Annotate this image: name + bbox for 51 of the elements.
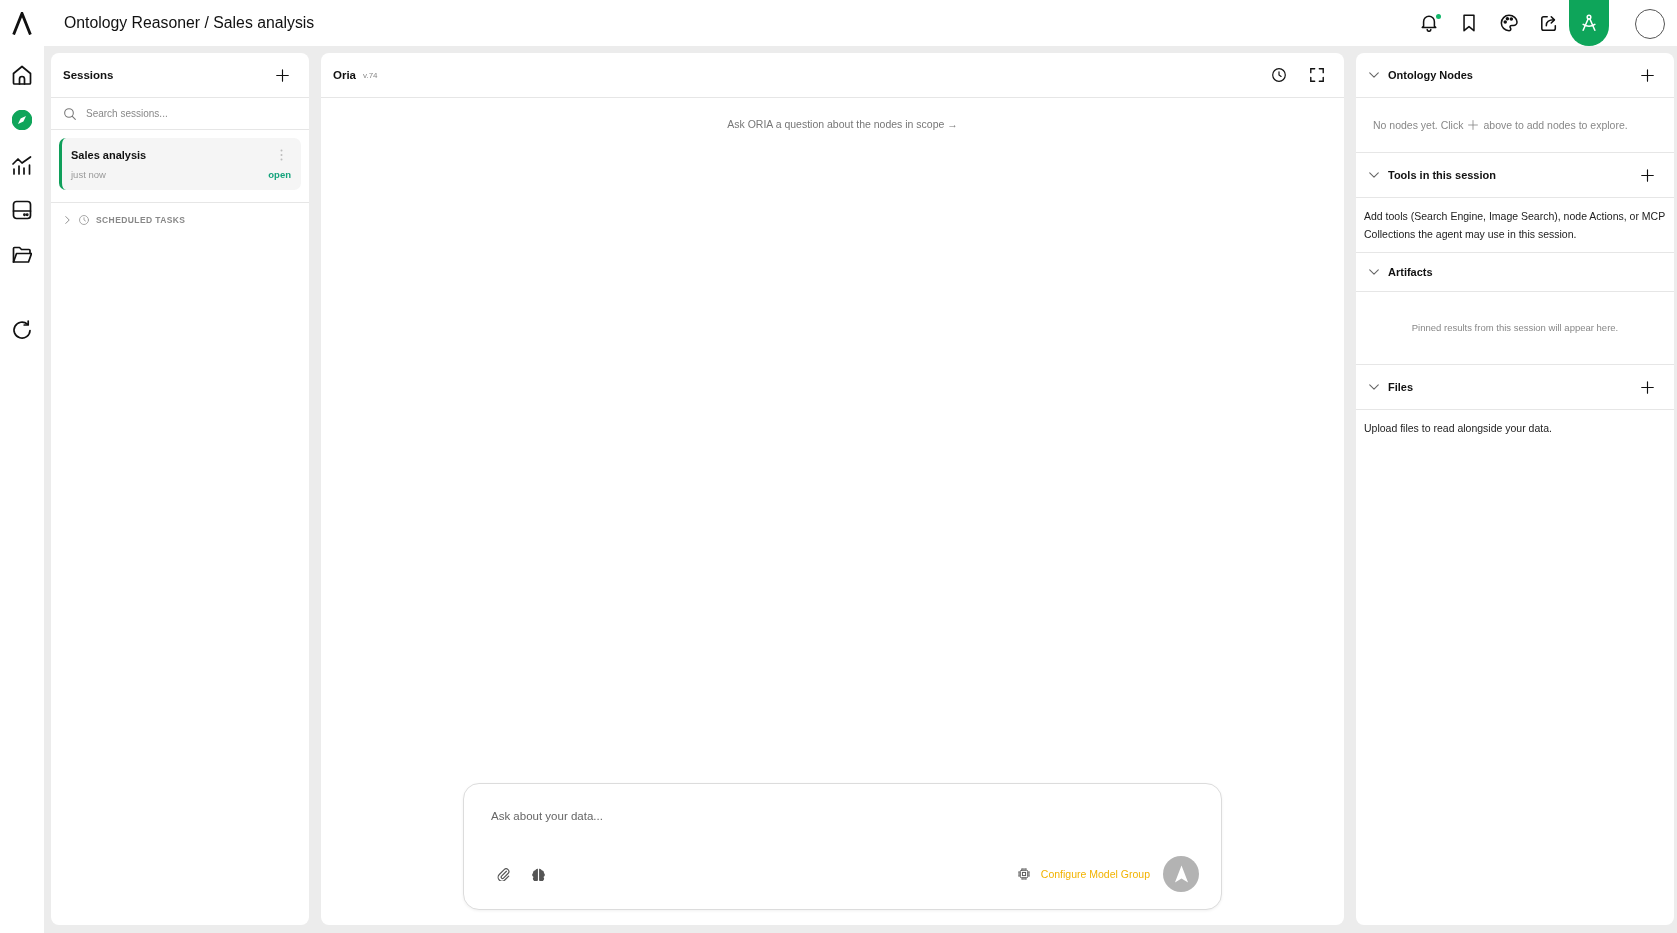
empty-hint-text: No nodes yet. Click <box>1373 119 1464 131</box>
panel-icon <box>12 200 32 220</box>
breadcrumb-title: Ontology Reasoner / Sales analysis <box>64 14 315 32</box>
section-title: Tools in this session <box>1388 169 1496 181</box>
session-status: open <box>268 168 291 181</box>
chip-icon <box>1017 868 1030 880</box>
chevron-down-icon[interactable] <box>1369 172 1379 178</box>
chevron-down-icon[interactable] <box>1369 384 1379 390</box>
session-name: Sales analysis <box>71 148 147 162</box>
prompt-hint: Ask ORIA a question about the nodes in scope → <box>727 117 958 131</box>
scheduled-tasks-toggle[interactable]: SCHEDULED TASKS <box>51 203 192 237</box>
chevron-down-icon[interactable] <box>1369 72 1379 78</box>
section-title: Files <box>1388 381 1414 393</box>
refresh-icon <box>12 320 32 340</box>
search-icon <box>64 107 76 120</box>
compass-icon <box>12 110 32 130</box>
logo-icon[interactable] <box>12 11 32 35</box>
section-description: Upload files to read alongside your data. <box>1364 421 1553 436</box>
more-icon <box>279 149 283 161</box>
panel-title: Sessions <box>63 69 114 81</box>
session-item[interactable]: Sales analysis just now open <box>59 138 301 190</box>
session-time: just now <box>71 168 106 181</box>
assistant-name: Oria <box>333 69 356 81</box>
expand-icon <box>1310 68 1324 82</box>
clock-icon <box>79 215 89 225</box>
configure-model-link[interactable]: Configure Model Group <box>1040 868 1150 880</box>
bookmark-icon <box>1460 14 1478 32</box>
plus-icon <box>1468 120 1479 130</box>
home-icon <box>12 65 32 85</box>
plus-icon <box>275 68 289 82</box>
brain-icon <box>531 867 545 881</box>
share-icon <box>1540 14 1558 32</box>
send-icon <box>1173 865 1189 883</box>
palette-icon <box>1500 14 1518 32</box>
plus-icon <box>1640 380 1654 394</box>
chart-icon <box>12 155 32 175</box>
version-label: v.74 <box>363 70 378 80</box>
section-title: Ontology Nodes <box>1388 69 1473 81</box>
chevron-down-icon[interactable] <box>1369 269 1379 275</box>
folder-icon <box>12 245 32 265</box>
plus-icon <box>1640 168 1654 182</box>
plus-icon <box>1640 68 1654 82</box>
bell-icon <box>1420 14 1438 32</box>
empty-hint-text: above to add nodes to explore. <box>1483 119 1628 131</box>
section-description: Add tools (Search Engine, Image Search), node Actions, or MCP Collections the agent may use in this session. <box>1364 209 1666 242</box>
drafting-compass-icon <box>1580 14 1598 32</box>
compass-tab[interactable] <box>1569 0 1609 46</box>
paperclip-icon <box>496 867 510 881</box>
clock-icon <box>1272 68 1286 82</box>
empty-state-text: Pinned results from this session will appear here. <box>1410 321 1620 335</box>
section-title: Artifacts <box>1388 266 1433 278</box>
